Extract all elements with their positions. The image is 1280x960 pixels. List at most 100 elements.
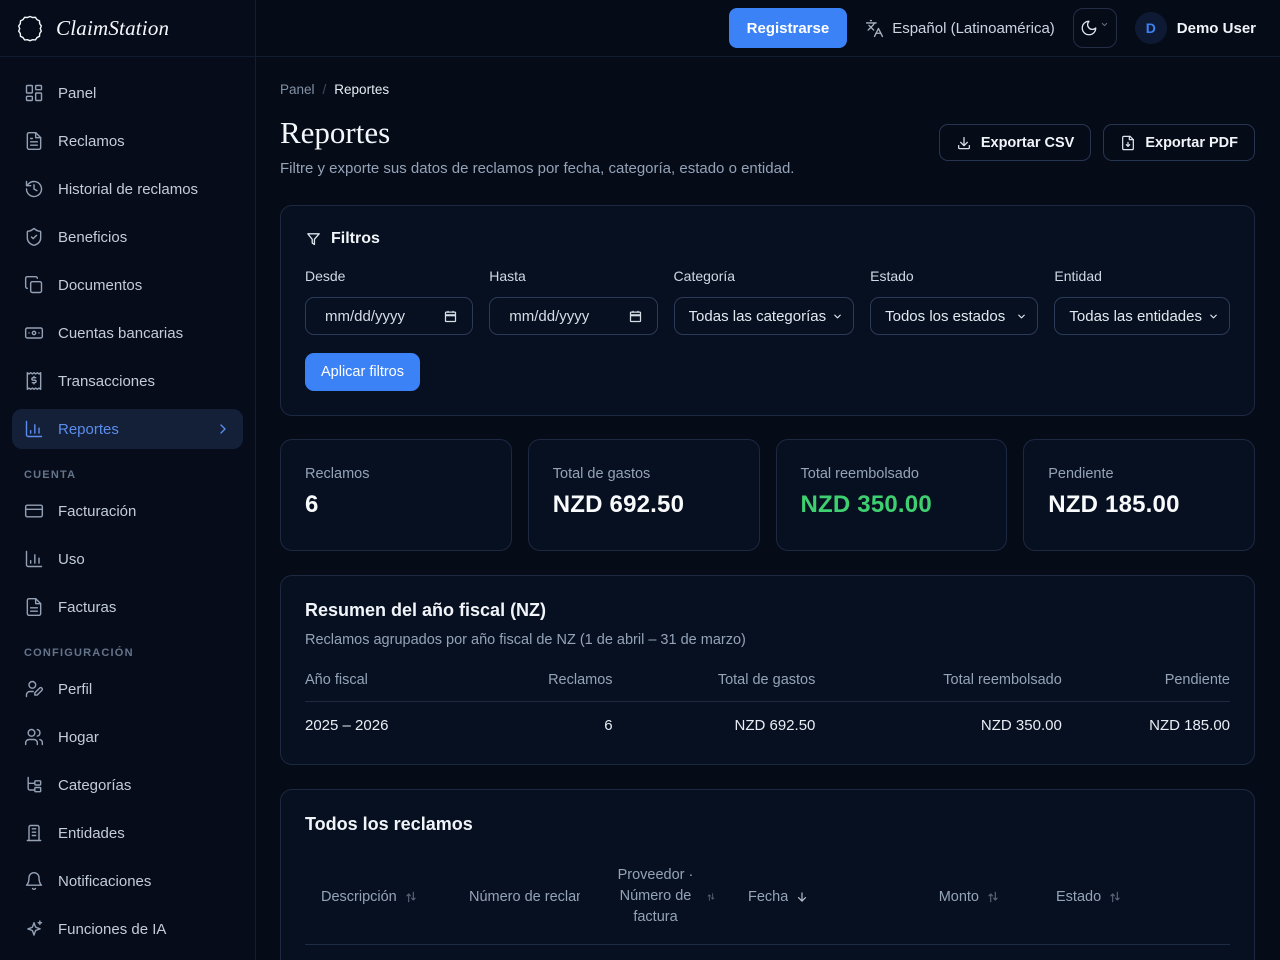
fiscal-spend-cell: NZD 692.50 xyxy=(613,702,816,741)
filter-field-status: Estado Todos los estados xyxy=(870,268,1038,335)
sidebar-item-categorias[interactable]: Categorías xyxy=(12,765,243,805)
entity-select[interactable]: Todas las entidades xyxy=(1054,297,1230,335)
entity-selected-value: Todas las entidades xyxy=(1069,308,1202,325)
sidebar-item-beneficios[interactable]: Beneficios xyxy=(12,217,243,257)
all-claims-card: Todos los reclamos Descripción Número de… xyxy=(280,789,1255,960)
sidebar-nav: Panel Reclamos Historial de reclamos Ben… xyxy=(0,57,255,957)
sidebar-item-label: Hogar xyxy=(58,729,99,746)
sidebar-item-label: Notificaciones xyxy=(58,873,151,890)
calendar-icon[interactable] xyxy=(628,309,643,324)
moon-icon xyxy=(1080,19,1098,37)
sidebar-item-cuentas-bancarias[interactable]: Cuentas bancarias xyxy=(12,313,243,353)
date-to-input[interactable]: mm/dd/yyyy xyxy=(489,297,657,335)
sidebar-item-funciones-ia[interactable]: Funciones de IA xyxy=(12,909,243,949)
sidebar-item-perfil[interactable]: Perfil xyxy=(12,669,243,709)
sidebar-item-label: Facturas xyxy=(58,599,116,616)
stat-value: 6 xyxy=(305,491,487,519)
stat-card-pending: Pendiente NZD 185.00 xyxy=(1023,439,1255,551)
fiscal-header-row: Año fiscal Reclamos Total de gastos Tota… xyxy=(305,672,1230,702)
calendar-icon[interactable] xyxy=(443,309,458,324)
sidebar-item-uso[interactable]: Uso xyxy=(12,539,243,579)
bell-icon xyxy=(24,871,44,891)
page-header: Reportes Filtre y exporte sus datos de r… xyxy=(280,116,1255,177)
theme-toggle-button[interactable] xyxy=(1073,8,1117,48)
claims-col-provider[interactable]: Proveedor · Número de factura xyxy=(596,849,732,944)
claims-col-amount[interactable]: Monto xyxy=(896,849,1016,944)
fiscal-col-spend: Total de gastos xyxy=(613,672,816,702)
sort-icon[interactable] xyxy=(1108,890,1122,904)
claims-col-description[interactable]: Descripción xyxy=(305,849,453,944)
invoice-icon xyxy=(24,597,44,617)
sidebar-item-hogar[interactable]: Hogar xyxy=(12,717,243,757)
bar-chart-icon xyxy=(24,419,44,439)
date-from-input[interactable]: mm/dd/yyyy xyxy=(305,297,473,335)
sidebar-item-label: Entidades xyxy=(58,825,125,842)
stat-label: Pendiente xyxy=(1048,466,1230,482)
breadcrumb-panel[interactable]: Panel xyxy=(280,82,315,97)
filter-field-entity: Entidad Todas las entidades xyxy=(1054,268,1230,335)
sidebar-item-entidades[interactable]: Entidades xyxy=(12,813,243,853)
export-csv-button[interactable]: Exportar CSV xyxy=(939,124,1091,161)
status-select[interactable]: Todos los estados xyxy=(870,297,1038,335)
stat-label: Reclamos xyxy=(305,466,487,482)
col-label: Proveedor · Número de factura xyxy=(612,865,699,928)
description-filter-cell xyxy=(305,945,453,960)
date-from-value: mm/dd/yyyy xyxy=(325,308,405,325)
sidebar-item-documentos[interactable]: Documentos xyxy=(12,265,243,305)
claims-col-status[interactable]: Estado xyxy=(1016,849,1230,944)
claims-col-claim-number[interactable]: Número de reclamo xyxy=(453,849,596,944)
sort-icon[interactable] xyxy=(706,892,716,902)
sort-icon[interactable] xyxy=(986,890,1000,904)
signup-button[interactable]: Registrarse xyxy=(729,8,848,48)
filter-field-from: Desde mm/dd/yyyy xyxy=(305,268,473,335)
sidebar-item-label: Panel xyxy=(58,85,96,102)
stat-card-claims: Reclamos 6 xyxy=(280,439,512,551)
sidebar-section-cuenta: CUENTA xyxy=(0,457,255,491)
sidebar-item-notificaciones[interactable]: Notificaciones xyxy=(12,861,243,901)
filters-card: Filtros Desde mm/dd/yyyy Hasta mm/dd/yyy… xyxy=(280,205,1255,416)
export-pdf-label: Exportar PDF xyxy=(1145,135,1238,151)
sidebar-item-facturas[interactable]: Facturas xyxy=(12,587,243,627)
tree-icon xyxy=(24,775,44,795)
amount-filter-cell xyxy=(896,945,1016,960)
building-icon xyxy=(24,823,44,843)
fiscal-claims-cell: 6 xyxy=(478,702,612,741)
fiscal-title: Resumen del año fiscal (NZ) xyxy=(305,600,1230,621)
sort-desc-icon[interactable] xyxy=(795,890,809,904)
translate-icon xyxy=(865,19,884,38)
user-pen-icon xyxy=(24,679,44,699)
language-switcher[interactable]: Español (Latinoamérica) xyxy=(865,19,1055,38)
sidebar-section-configuracion: CONFIGURACIÓN xyxy=(0,635,255,669)
export-pdf-button[interactable]: Exportar PDF xyxy=(1103,124,1255,161)
user-menu[interactable]: D Demo User xyxy=(1135,12,1256,44)
category-select[interactable]: Todas las categorías xyxy=(674,297,855,335)
status-label: Estado xyxy=(870,268,1038,284)
dashboard-icon xyxy=(24,83,44,103)
empty-cell xyxy=(1016,945,1230,960)
sidebar-item-panel[interactable]: Panel xyxy=(12,73,243,113)
page-subtitle: Filtre y exporte sus datos de reclamos p… xyxy=(280,160,794,177)
user-name: Demo User xyxy=(1177,20,1256,37)
apply-filters-button[interactable]: Aplicar filtros xyxy=(305,353,420,391)
col-label: Fecha xyxy=(748,889,788,905)
entity-label: Entidad xyxy=(1054,268,1230,284)
provider-filter-cell xyxy=(596,945,732,960)
sidebar-item-reclamos[interactable]: Reclamos xyxy=(12,121,243,161)
sidebar-item-transacciones[interactable]: Transacciones xyxy=(12,361,243,401)
sidebar-item-label: Facturación xyxy=(58,503,136,520)
sidebar-item-historial[interactable]: Historial de reclamos xyxy=(12,169,243,209)
sidebar-item-facturacion[interactable]: Facturación xyxy=(12,491,243,531)
breadcrumb-current: Reportes xyxy=(334,82,389,97)
receipt-icon xyxy=(24,371,44,391)
fiscal-reimbursed-cell: NZD 350.00 xyxy=(815,702,1061,741)
sort-icon[interactable] xyxy=(404,890,418,904)
sidebar-item-reportes[interactable]: Reportes xyxy=(12,409,243,449)
download-icon xyxy=(956,135,972,151)
brand-logo[interactable]: ClaimStation xyxy=(0,0,255,57)
export-actions: Exportar CSV Exportar PDF xyxy=(939,124,1255,161)
claims-col-date[interactable]: Fecha xyxy=(732,849,896,944)
chevron-down-icon xyxy=(1208,311,1219,322)
filter-field-to: Hasta mm/dd/yyyy xyxy=(489,268,657,335)
stat-label: Total de gastos xyxy=(553,466,735,482)
sidebar-item-label: Beneficios xyxy=(58,229,127,246)
